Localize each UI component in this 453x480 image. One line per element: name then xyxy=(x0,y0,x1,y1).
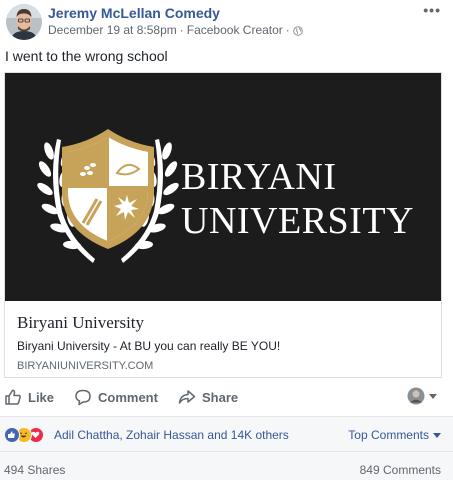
post-footer: Adil Chattha, Zohair Hassan and 14K othe… xyxy=(0,416,453,480)
globe-icon[interactable] xyxy=(292,25,303,36)
post-action-bar: Like Comment Share xyxy=(0,383,453,413)
like-label: Like xyxy=(28,389,55,405)
top-comments-dropdown[interactable]: Top Comments xyxy=(348,428,441,442)
caret-down-icon xyxy=(433,432,441,438)
link-preview-card[interactable]: BIRYANI UNIVERSITY Biryani University Bi… xyxy=(4,72,442,378)
footer-divider xyxy=(0,451,453,452)
link-preview-image[interactable]: BIRYANI UNIVERSITY xyxy=(5,73,441,301)
share-button[interactable]: Share xyxy=(178,388,238,406)
top-comments-label: Top Comments xyxy=(348,428,429,442)
speech-bubble-icon xyxy=(75,389,91,406)
viewer-avatar xyxy=(407,387,425,405)
post-as-selector[interactable] xyxy=(407,387,437,405)
thumbs-up-icon xyxy=(5,389,21,405)
reaction-icons[interactable] xyxy=(4,427,44,443)
more-options-icon[interactable]: ••• xyxy=(423,2,441,18)
author-avatar[interactable] xyxy=(6,4,42,40)
image-brand-line-2: UNIVERSITY xyxy=(181,200,414,242)
meta-separator: · xyxy=(179,23,184,37)
share-arrow-icon xyxy=(178,390,196,404)
link-domain: BIRYANIUNIVERSITY.COM xyxy=(17,360,154,372)
post-text: I went to the wrong school xyxy=(5,48,168,64)
comments-count-link[interactable]: 849 Comments xyxy=(360,463,441,477)
meta-separator-2: · xyxy=(285,23,290,37)
author-name-link[interactable]: Jeremy McLellan Comedy xyxy=(48,5,220,21)
comment-button[interactable]: Comment xyxy=(74,388,158,406)
reaction-names-link[interactable]: Adil Chattha, Zohair Hassan and 14K othe… xyxy=(54,428,289,442)
link-preview-body[interactable]: Biryani University Biryani University - … xyxy=(5,301,441,377)
like-button[interactable]: Like xyxy=(4,388,54,406)
like-reaction-icon xyxy=(4,427,20,443)
post-timestamp[interactable]: December 19 at 8:58pm xyxy=(48,23,177,37)
share-label: Share xyxy=(202,389,239,405)
link-title[interactable]: Biryani University xyxy=(17,313,144,333)
facebook-post: Jeremy McLellan Comedy December 19 at 8:… xyxy=(0,0,453,480)
post-meta: December 19 at 8:58pm · Facebook Creator… xyxy=(48,23,303,37)
shares-count-link[interactable]: 494 Shares xyxy=(4,463,65,477)
caret-down-icon xyxy=(429,393,437,399)
link-description: Biryani University - At BU you can reall… xyxy=(17,339,281,353)
image-brand-line-1: BIRYANI xyxy=(181,156,337,198)
author-role: Facebook Creator xyxy=(186,23,283,37)
comment-label: Comment xyxy=(98,389,158,405)
